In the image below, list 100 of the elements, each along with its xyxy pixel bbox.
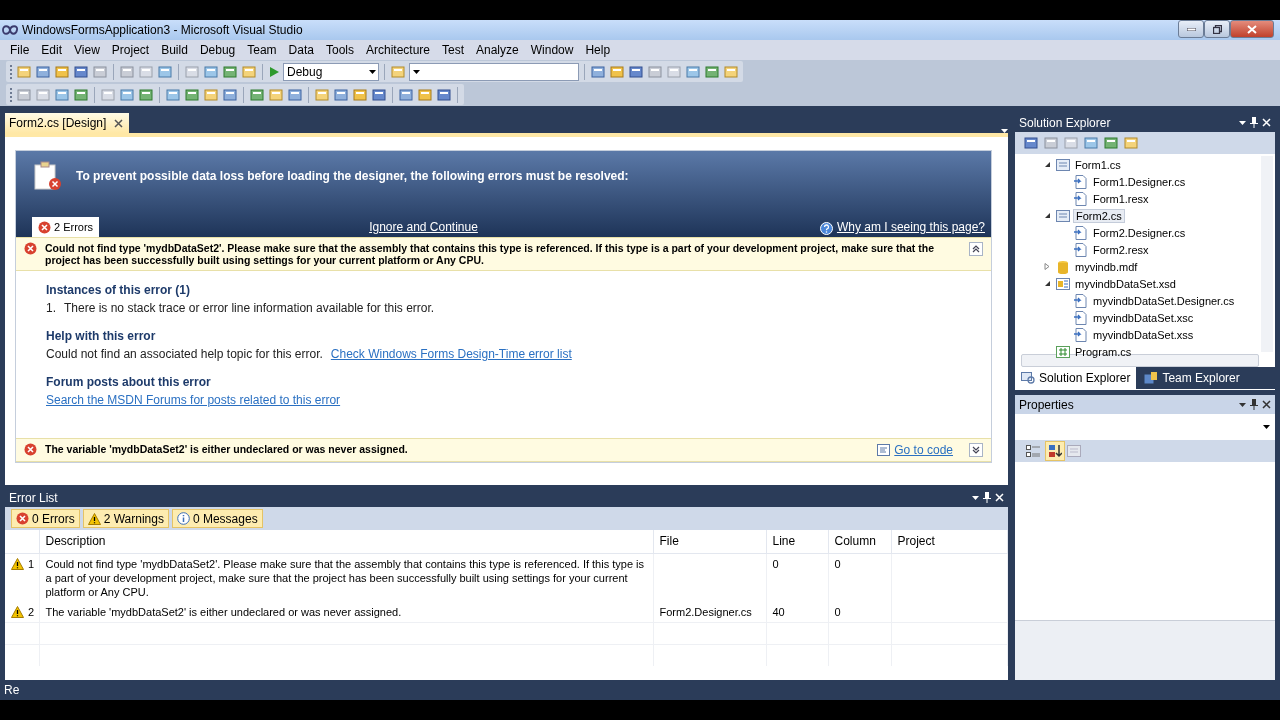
toolbar-icon[interactable]	[287, 86, 303, 103]
minimize-button[interactable]	[1178, 20, 1204, 38]
tree-item[interactable]: myvindbDataSet.xss	[1091, 328, 1196, 341]
restore-button[interactable]	[1204, 20, 1230, 38]
forum-search-link[interactable]: Search the MSDN Forums for posts related to this error	[46, 393, 341, 407]
menu-item[interactable]: Build	[155, 43, 194, 57]
menu-item[interactable]: File	[4, 43, 36, 57]
expanded-arrow-icon[interactable]	[1043, 280, 1051, 287]
menu-item[interactable]: Window	[524, 43, 580, 57]
close-icon[interactable]	[1262, 400, 1271, 409]
expanded-arrow-icon[interactable]	[1043, 212, 1051, 219]
toolbar-icon[interactable]	[436, 86, 452, 103]
column-header[interactable]: Description	[39, 530, 653, 553]
pin-icon[interactable]	[1250, 399, 1258, 410]
dropdown-icon[interactable]	[1239, 402, 1246, 407]
code-file-icon	[1074, 191, 1088, 206]
close-button[interactable]	[1230, 20, 1274, 38]
collapsed-arrow-icon[interactable]	[1043, 263, 1051, 270]
toolbar-icon[interactable]	[119, 86, 135, 103]
pin-icon[interactable]	[1250, 117, 1258, 128]
tree-item[interactable]: Form2.resx	[1091, 243, 1151, 256]
toolbar-icon[interactable]	[398, 86, 414, 103]
toolbar-icon[interactable]	[138, 86, 154, 103]
column-header[interactable]: Column	[828, 530, 891, 553]
dropdown-icon[interactable]	[1239, 120, 1246, 125]
sort-alphabetical-button[interactable]	[1045, 441, 1065, 461]
tree-item[interactable]: myvindbDataSet.Designer.cs	[1091, 294, 1237, 307]
menu-item[interactable]: Tools	[319, 43, 360, 57]
collapse-button[interactable]	[969, 242, 983, 256]
error-list-link[interactable]: Check Windows Forms Design-Time error list	[330, 347, 572, 361]
toolbar-icon[interactable]	[73, 86, 89, 103]
toolbar-icon[interactable]	[685, 63, 701, 80]
menu-item[interactable]: Help	[579, 43, 617, 57]
toolbar-icon[interactable]	[1043, 135, 1059, 151]
errors-tab[interactable]: 2 Errors	[32, 217, 100, 237]
document-tab[interactable]: Form2.cs [Design]	[5, 113, 130, 133]
toolbar-icon[interactable]	[184, 86, 200, 103]
why-link[interactable]: Why am I seeing this page?	[836, 220, 985, 234]
panel-tab[interactable]: Team Explorer	[1138, 367, 1246, 389]
toolbar-icon[interactable]	[609, 63, 625, 80]
toolbar-icon[interactable]	[647, 63, 663, 80]
configuration-dropdown[interactable]: Debug	[283, 62, 379, 81]
expand-button[interactable]	[969, 443, 983, 457]
tree-item[interactable]: myvindb.mdf	[1073, 260, 1140, 273]
tree-item[interactable]: Form1.Designer.cs	[1091, 175, 1188, 188]
play-icon[interactable]	[268, 65, 280, 78]
toolbar-icon[interactable]	[35, 63, 51, 80]
toolbar-icon[interactable]	[249, 86, 265, 103]
menu-item[interactable]: Project	[105, 43, 156, 57]
column-header[interactable]: Project	[891, 530, 1008, 553]
toolbar-icon[interactable]	[165, 86, 181, 103]
toolbar-icon[interactable]	[333, 86, 349, 103]
platform-dropdown[interactable]	[409, 62, 579, 81]
ignore-and-continue-link[interactable]: Ignore and Continue	[369, 220, 820, 234]
toolbar-icon[interactable]	[16, 86, 32, 103]
toolbar-icon[interactable]	[222, 63, 238, 80]
toolbar-icon[interactable]	[590, 63, 606, 80]
toolbar-icon[interactable]	[417, 86, 433, 103]
toolbar-icon[interactable]	[1123, 135, 1139, 151]
toolbar-icon[interactable]	[222, 86, 238, 103]
column-header[interactable]: File	[653, 530, 766, 553]
toolbar-icon[interactable]	[1023, 135, 1039, 151]
tree-item[interactable]: Form1.resx	[1091, 192, 1151, 205]
menu-item[interactable]: View	[68, 43, 106, 57]
go-to-code-link[interactable]: Go to code	[894, 443, 953, 457]
expanded-arrow-icon[interactable]	[1043, 161, 1051, 168]
menu-item[interactable]: Analyze	[470, 43, 525, 57]
tree-item[interactable]: Program.cs	[1073, 345, 1134, 358]
tree-item[interactable]: Form2.cs	[1073, 208, 1125, 223]
close-icon[interactable]	[114, 118, 124, 128]
dropdown-icon[interactable]	[972, 495, 979, 500]
pin-icon[interactable]	[983, 492, 991, 503]
toolbar-icon[interactable]	[704, 63, 720, 80]
toolbar-icon[interactable]	[371, 86, 387, 103]
panel-tab[interactable]: Solution Explorer	[1015, 367, 1137, 389]
toolbar-icon[interactable]	[54, 86, 70, 103]
toolbar-icon[interactable]	[119, 63, 135, 80]
toolbar-icon[interactable]	[92, 63, 108, 80]
tree-item[interactable]: Form1.cs	[1073, 158, 1123, 171]
menu-item[interactable]: Debug	[193, 43, 242, 57]
menu-item[interactable]: Edit	[35, 43, 69, 57]
filter-toggle[interactable]: 0 Errors	[11, 509, 80, 528]
column-header[interactable]: Line	[766, 530, 828, 553]
menu-item[interactable]: Test	[436, 43, 470, 57]
tree-item[interactable]: Form2.Designer.cs	[1091, 226, 1188, 239]
toolbar-icon[interactable]	[352, 86, 368, 103]
tree-item[interactable]: myvindbDataSet.xsd	[1073, 277, 1178, 290]
tree-item[interactable]: myvindbDataSet.xsc	[1091, 311, 1196, 324]
filter-toggle[interactable]: 2 Warnings	[82, 509, 169, 528]
toolbar-icon[interactable]	[1083, 135, 1099, 151]
toolbar-icon[interactable]	[203, 63, 219, 80]
menu-item[interactable]: Data	[282, 43, 320, 57]
toolbar-icon[interactable]	[157, 63, 173, 80]
toolbar-icon[interactable]	[73, 63, 89, 80]
filter-toggle[interactable]: 0 Messages	[171, 509, 263, 528]
toolbar-icon[interactable]	[1103, 135, 1119, 151]
toolbar-icon[interactable]	[628, 63, 644, 80]
toolbar-icon[interactable]	[54, 63, 70, 80]
menu-item[interactable]: Architecture	[359, 43, 436, 57]
menu-item[interactable]: Team	[241, 43, 283, 57]
